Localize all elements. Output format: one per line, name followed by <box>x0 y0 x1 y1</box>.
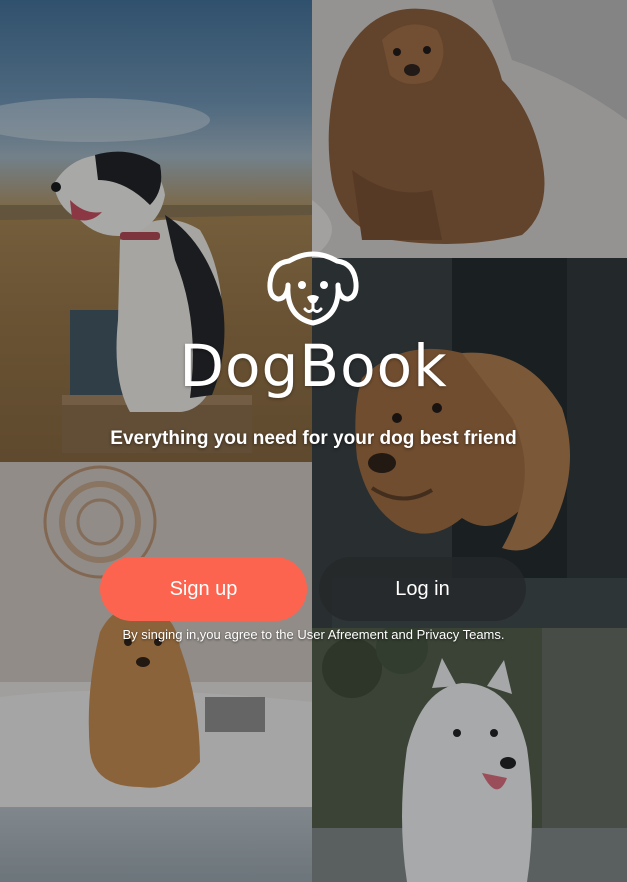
sign-up-button[interactable]: Sign up <box>100 557 307 621</box>
dog-face-icon <box>264 247 362 329</box>
brand-name: DogBook <box>179 332 448 400</box>
tagline: Everything you need for your dog best fr… <box>110 428 517 449</box>
log-in-button[interactable]: Log in <box>319 557 526 621</box>
welcome-screen: DogBook Everything you need for your dog… <box>0 0 627 882</box>
legal-notice: By singing in,you agree to the User Afre… <box>122 627 505 642</box>
